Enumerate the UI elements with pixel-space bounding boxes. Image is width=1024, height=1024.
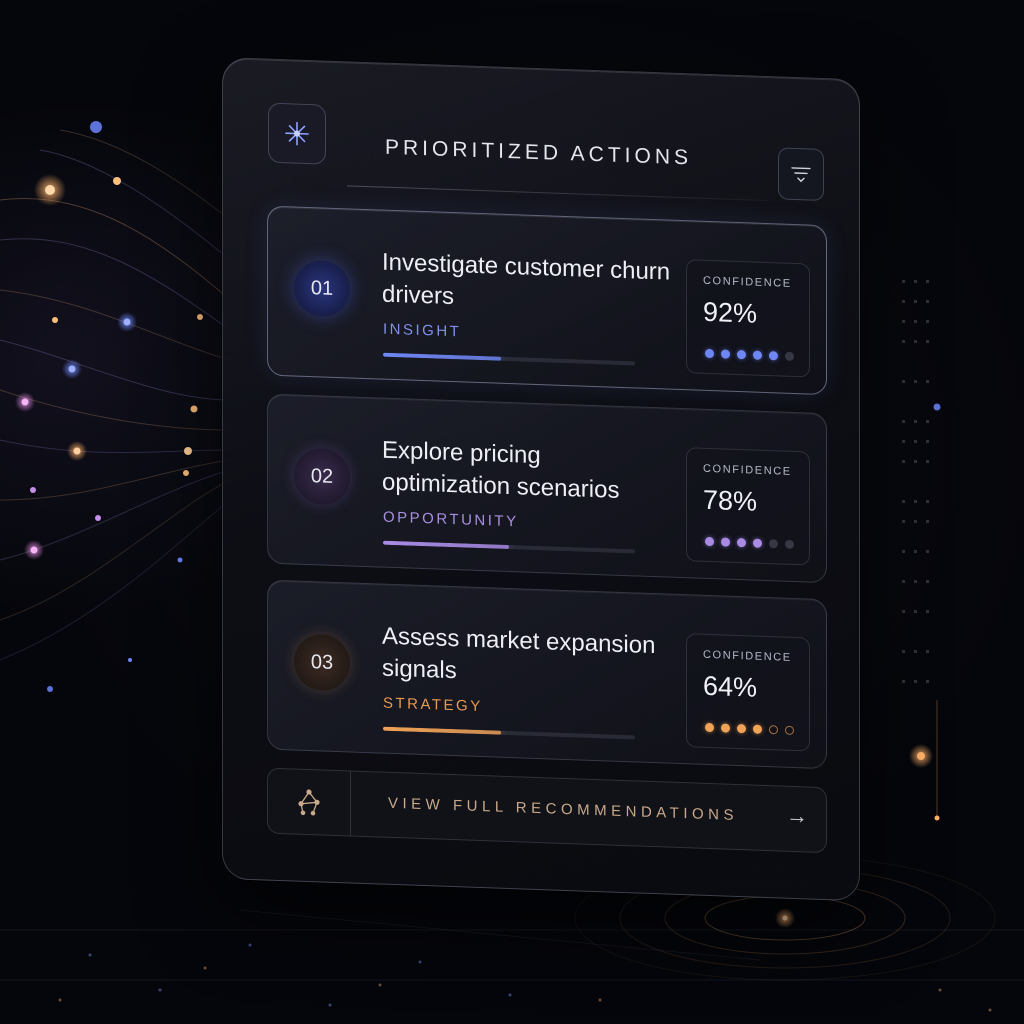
filter-button[interactable] xyxy=(778,147,824,202)
progress-fill xyxy=(383,352,502,361)
action-title: Explore pricing optimization scenarios xyxy=(382,436,620,504)
confidence-dot-filled xyxy=(721,537,730,547)
action-title: Investigate customer churn drivers xyxy=(382,248,671,311)
confidence-panel: CONFIDENCE 64% xyxy=(686,633,810,752)
rank-badge: 01 xyxy=(294,259,350,318)
prioritized-actions-panel: PRIORITIZED ACTIONS 01 Investigate custo… xyxy=(222,57,860,902)
arrow-right-icon: → xyxy=(786,802,808,829)
action-card-02[interactable]: 02 Explore pricing optimization scenario… xyxy=(267,393,827,584)
rank-badge: 02 xyxy=(294,447,350,506)
confidence-dot-filled xyxy=(737,723,746,734)
network-icon xyxy=(298,789,320,816)
confidence-dot-filled xyxy=(705,348,714,359)
progress-bar xyxy=(383,352,635,366)
progress-fill xyxy=(383,726,502,735)
confidence-label: CONFIDENCE xyxy=(703,274,792,290)
confidence-dot-empty xyxy=(785,351,794,361)
filter-icon xyxy=(791,167,811,183)
action-category: INSIGHT xyxy=(383,320,462,341)
progress-fill xyxy=(383,540,509,550)
rank-badge: 03 xyxy=(294,633,350,692)
action-category: STRATEGY xyxy=(383,694,483,716)
action-card-03[interactable]: 03 Assess market expansion signals STRAT… xyxy=(267,579,827,770)
panel-title: PRIORITIZED ACTIONS xyxy=(385,135,693,170)
sparkle-icon xyxy=(285,121,309,146)
confidence-dot-filled xyxy=(753,538,762,548)
confidence-dot-filled xyxy=(753,724,762,734)
action-card-01[interactable]: 01 Investigate customer churn drivers IN… xyxy=(267,205,827,396)
confidence-value: 92% xyxy=(703,296,758,329)
header-divider xyxy=(347,185,767,202)
confidence-value: 78% xyxy=(703,484,758,517)
confidence-dot-filled xyxy=(705,536,714,547)
confidence-dot-empty xyxy=(769,725,778,735)
confidence-dot-filled xyxy=(737,349,746,360)
progress-bar xyxy=(383,726,635,740)
action-category: OPPORTUNITY xyxy=(383,508,519,531)
confidence-dot-filled xyxy=(721,723,730,733)
confidence-label: CONFIDENCE xyxy=(703,648,792,664)
confidence-dots xyxy=(705,722,794,735)
action-title: Assess market expansion signals xyxy=(382,622,656,685)
footer-label: VIEW FULL RECOMMENDATIONS xyxy=(388,794,739,825)
confidence-dot-empty xyxy=(785,539,794,549)
confidence-dot-filled xyxy=(753,350,762,360)
confidence-dot-empty xyxy=(785,725,794,735)
confidence-value: 64% xyxy=(703,670,758,703)
confidence-dot-filled xyxy=(705,722,714,733)
confidence-panel: CONFIDENCE 78% xyxy=(686,447,810,566)
view-full-recommendations-button[interactable]: VIEW FULL RECOMMENDATIONS → xyxy=(267,767,827,854)
confidence-dot-filled xyxy=(721,349,730,359)
confidence-dots xyxy=(705,348,794,361)
confidence-dot-filled xyxy=(769,351,778,361)
footer-icon-cell xyxy=(268,768,351,836)
scene: PRIORITIZED ACTIONS 01 Investigate custo… xyxy=(0,0,1024,1024)
confidence-dots xyxy=(705,536,794,549)
progress-bar xyxy=(383,540,635,554)
confidence-dot-empty xyxy=(769,539,778,549)
panel-logo xyxy=(268,102,326,165)
confidence-dot-filled xyxy=(737,537,746,548)
confidence-panel: CONFIDENCE 92% xyxy=(686,259,810,378)
confidence-label: CONFIDENCE xyxy=(703,462,792,478)
